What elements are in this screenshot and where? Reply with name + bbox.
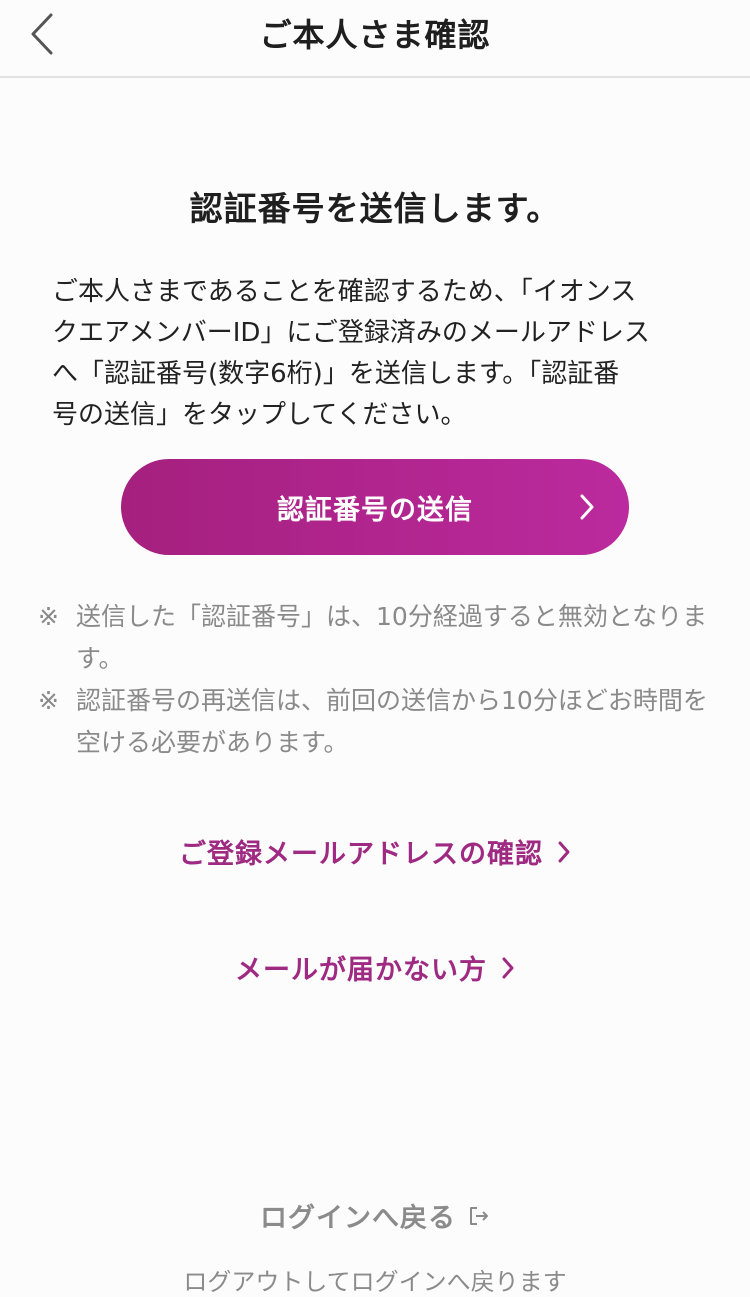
notes-list: ※ 送信した「認証番号」は、10分経過すると無効となります。 ※ 認証番号の再送… — [38, 596, 718, 764]
no-email-link-label: メールが届かない方 — [235, 955, 487, 986]
back-to-login-label: ログインへ戻る — [260, 1203, 456, 1234]
logout-note: ログアウトしてログインへ戻ります — [183, 1268, 567, 1296]
confirm-email-link-row: ご登録メールアドレスの確認 — [0, 832, 750, 871]
no-email-link-row: メールが届かない方 — [0, 948, 750, 987]
note-item: ※ 認証番号の再送信は、前回の送信から10分ほどお時間を空ける必要があります。 — [38, 680, 718, 764]
note-mark: ※ — [38, 602, 59, 631]
send-code-button[interactable]: 認証番号の送信 — [121, 459, 629, 555]
note-mark: ※ — [38, 686, 59, 715]
logout-icon — [470, 1206, 488, 1225]
page-title: ご本人さま確認 — [259, 16, 491, 54]
back-to-login-link[interactable]: ログインへ戻る — [260, 1196, 490, 1235]
section-heading: 認証番号を送信します。 — [189, 189, 561, 228]
app-header: ご本人さま確認 — [0, 0, 750, 78]
chevron-right-icon — [558, 841, 570, 862]
description-text: ご本人さまであることを確認するため、「イオンス クエアメンバーID」にご登録済み… — [52, 277, 650, 430]
note-text: 送信した「認証番号」は、10分経過すると無効となります。 — [76, 602, 708, 673]
no-email-link[interactable]: メールが届かない方 — [235, 948, 515, 987]
chevron-right-icon — [580, 494, 594, 520]
chevron-right-icon — [502, 957, 514, 978]
confirm-email-link-label: ご登録メールアドレスの確認 — [179, 839, 543, 870]
login-link-row: ログインへ戻る — [0, 1196, 750, 1235]
confirm-email-link[interactable]: ご登録メールアドレスの確認 — [179, 832, 571, 871]
send-code-button-label: 認証番号の送信 — [277, 494, 473, 526]
note-text: 認証番号の再送信は、前回の送信から10分ほどお時間を空ける必要があります。 — [76, 686, 708, 757]
note-item: ※ 送信した「認証番号」は、10分経過すると無効となります。 — [38, 596, 718, 680]
